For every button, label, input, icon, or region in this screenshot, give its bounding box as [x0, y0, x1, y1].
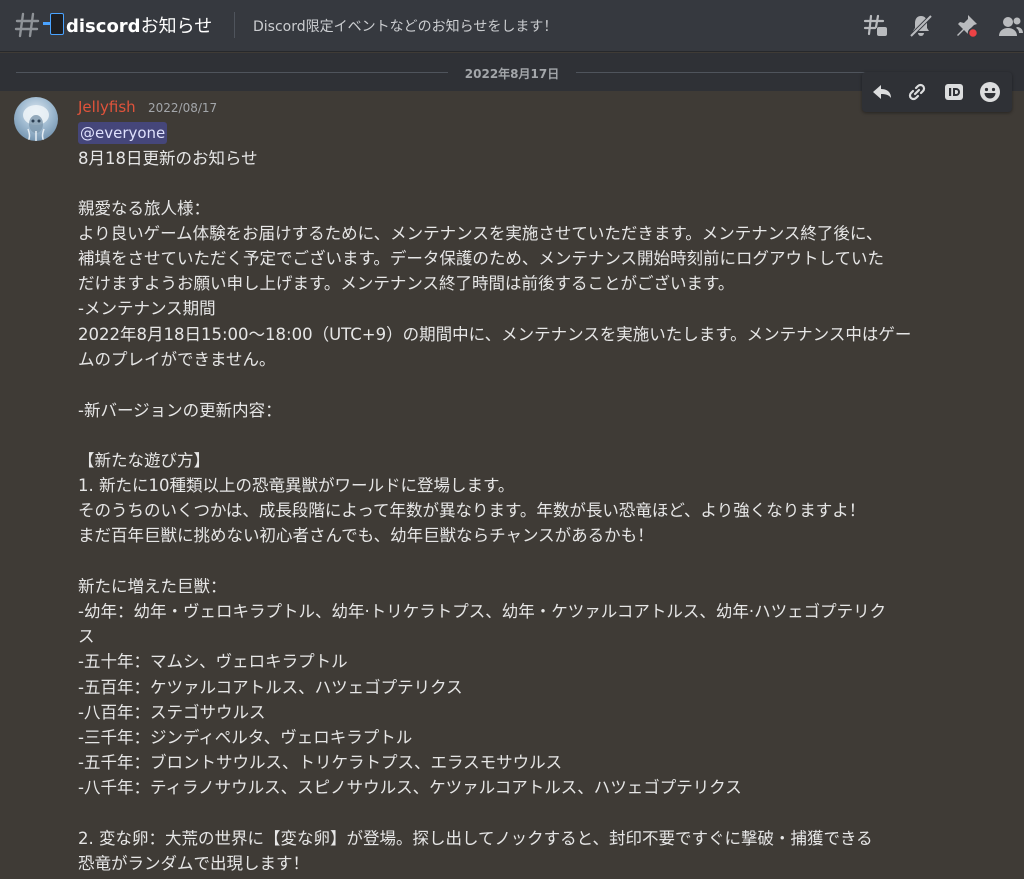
- message-line: より良いゲーム体験をお届けするために、メンテナンスを実施させていただきます。メン…: [78, 224, 883, 243]
- message-line: 補填をさせていただく予定でございます。データ保護のため、メンテナンス開始時刻前に…: [78, 249, 885, 268]
- pin-icon[interactable]: [953, 13, 979, 39]
- message-line: -八千年：ティラノサウルス、スピノサウルス、ケツァルコアトルス、ハツェゴプテリク…: [78, 778, 742, 797]
- message-line: 2022年8月18日15:00〜18:00（UTC+9）の期間中に、メンテナンス…: [78, 325, 912, 344]
- message-author[interactable]: Jellyfish: [78, 98, 136, 116]
- channel-header: discordお知らせ Discord限定イベントなどのお知らせをします！: [0, 0, 1024, 52]
- message-toolbar: [862, 72, 1012, 112]
- channel-name-bold: discord: [66, 16, 141, 37]
- message-line: まだ百年巨獣に挑めない初心者さんでも、幼年巨獣ならチャンスがあるかも！: [78, 526, 654, 545]
- message-line: そのうちのいくつかは、成長段階によって年数が異なります。年数が長い恐竜ほど、より…: [78, 501, 866, 520]
- message-line: -八百年：ステゴサウルス: [78, 703, 266, 722]
- channel-topic[interactable]: Discord限定イベントなどのお知らせをします！: [253, 16, 557, 36]
- add-reaction-icon[interactable]: [978, 80, 1002, 104]
- message-line: ムのプレイができません。: [78, 350, 276, 369]
- message-line: -五千年：ブロントサウルス、トリケラトプス、エラスモサウルス: [78, 753, 563, 772]
- message-line: -三千年：ジンディペルタ、ヴェロキラプトル: [78, 728, 413, 747]
- hashtag-icon: [14, 12, 40, 38]
- mute-bell-icon[interactable]: [908, 13, 934, 39]
- members-icon[interactable]: [998, 13, 1024, 39]
- header-divider: [234, 12, 235, 38]
- message-line: だけますようお願い申し上げます。メンテナンス終了時間は前後することがございます。: [78, 274, 735, 293]
- message-line: 新たに増えた巨獣：: [78, 577, 227, 596]
- phone-icon: [43, 13, 64, 35]
- message-line: -メンテナンス期間: [78, 299, 216, 318]
- jellyfish-avatar-icon: [23, 105, 49, 141]
- copy-link-icon[interactable]: [905, 80, 929, 104]
- message-line: 2. 変な卵：大荒の世界に【変な卵】が登場。探し出してノックすると、封印不要です…: [78, 829, 873, 848]
- message-line: 1. 新たに10種類以上の恐竜異獣がワールドに登場します。: [78, 476, 515, 495]
- message-line: -幼年：幼年・ヴェロキラプトル、幼年·トリケラトプス、幼年・ケツァルコアトルス、…: [78, 602, 887, 621]
- message-line: 8月18日更新のお知らせ: [78, 149, 258, 168]
- copy-id-icon[interactable]: [942, 80, 966, 104]
- threads-icon[interactable]: [863, 13, 889, 39]
- message-timestamp: 2022/08/17: [148, 101, 218, 115]
- message-line: -五十年：マムシ、ヴェロキラプトル: [78, 652, 348, 671]
- message-line: 【新たな遊び方】: [78, 451, 210, 470]
- message-line: -五百年：ケツァルコアトルス、ハツェゴプテリクス: [78, 678, 463, 697]
- channel-name-rest: お知らせ: [140, 16, 213, 37]
- message-line: -新バージョンの更新内容：: [78, 401, 282, 420]
- channel-name: discordお知らせ: [43, 13, 213, 39]
- message-line: ス: [78, 627, 95, 646]
- message-line: 恐竜がランダムで出現します！: [78, 854, 309, 873]
- message-line: 親愛なる旅人様：: [78, 199, 210, 218]
- avatar[interactable]: [14, 97, 58, 141]
- reply-icon[interactable]: [870, 80, 894, 104]
- everyone-mention[interactable]: @everyone: [78, 122, 168, 144]
